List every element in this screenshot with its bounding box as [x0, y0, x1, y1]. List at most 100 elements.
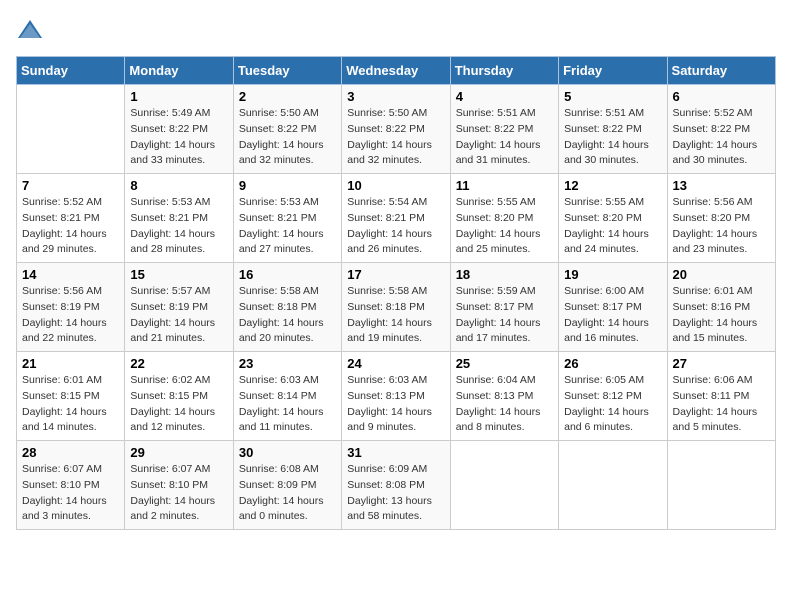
day-info: Sunrise: 6:01 AM Sunset: 8:15 PM Dayligh…	[22, 373, 119, 436]
calendar-cell: 4 Sunrise: 5:51 AM Sunset: 8:22 PM Daylig…	[450, 85, 558, 174]
day-number: 11	[456, 178, 553, 193]
calendar-cell	[667, 441, 775, 530]
day-number: 16	[239, 267, 336, 282]
day-info: Sunrise: 5:56 AM Sunset: 8:19 PM Dayligh…	[22, 284, 119, 347]
calendar-cell: 17Sunrise: 5:58 AM Sunset: 8:18 PM Dayli…	[342, 263, 450, 352]
calendar-week-2: 7 Sunrise: 5:52 AM Sunset: 8:21 PM Daylig…	[17, 174, 776, 263]
day-info: Sunrise: 5:49 AM Sunset: 8:22 PM Dayligh…	[130, 106, 227, 169]
day-info: Sunrise: 5:55 AM Sunset: 8:20 PM Dayligh…	[456, 195, 553, 258]
calendar-cell: 3 Sunrise: 5:50 AM Sunset: 8:22 PM Daylig…	[342, 85, 450, 174]
day-number: 2	[239, 89, 336, 104]
calendar-cell: 5Sunrise: 5:51 AM Sunset: 8:22 PM Daylig…	[559, 85, 667, 174]
day-number: 20	[673, 267, 770, 282]
calendar-week-1: 1Sunrise: 5:49 AM Sunset: 8:22 PM Daylig…	[17, 85, 776, 174]
calendar-week-5: 28 Sunrise: 6:07 AM Sunset: 8:10 PM Dayli…	[17, 441, 776, 530]
day-number: 21	[22, 356, 119, 371]
day-info: Sunrise: 5:55 AM Sunset: 8:20 PM Dayligh…	[564, 195, 661, 258]
calendar-cell: 13Sunrise: 5:56 AM Sunset: 8:20 PM Dayli…	[667, 174, 775, 263]
calendar-cell: 14 Sunrise: 5:56 AM Sunset: 8:19 PM Dayli…	[17, 263, 125, 352]
day-info: Sunrise: 5:51 AM Sunset: 8:22 PM Dayligh…	[564, 106, 661, 169]
calendar-cell: 7 Sunrise: 5:52 AM Sunset: 8:21 PM Daylig…	[17, 174, 125, 263]
day-number: 27	[673, 356, 770, 371]
calendar-cell: 30Sunrise: 6:08 AM Sunset: 8:09 PM Dayli…	[233, 441, 341, 530]
day-number: 19	[564, 267, 661, 282]
day-number: 29	[130, 445, 227, 460]
calendar-cell: 18 Sunrise: 5:59 AM Sunset: 8:17 PM Dayli…	[450, 263, 558, 352]
day-number: 9	[239, 178, 336, 193]
day-info: Sunrise: 5:56 AM Sunset: 8:20 PM Dayligh…	[673, 195, 770, 258]
day-info: Sunrise: 5:53 AM Sunset: 8:21 PM Dayligh…	[239, 195, 336, 258]
page-header	[16, 16, 776, 44]
day-header-thursday: Thursday	[450, 57, 558, 85]
day-number: 28	[22, 445, 119, 460]
day-number: 26	[564, 356, 661, 371]
day-info: Sunrise: 5:52 AM Sunset: 8:21 PM Dayligh…	[22, 195, 119, 258]
calendar-header-row: SundayMondayTuesdayWednesdayThursdayFrid…	[17, 57, 776, 85]
day-info: Sunrise: 6:02 AM Sunset: 8:15 PM Dayligh…	[130, 373, 227, 436]
calendar-week-3: 14 Sunrise: 5:56 AM Sunset: 8:19 PM Dayli…	[17, 263, 776, 352]
day-number: 4	[456, 89, 553, 104]
calendar-cell: 6 Sunrise: 5:52 AM Sunset: 8:22 PM Daylig…	[667, 85, 775, 174]
day-number: 3	[347, 89, 444, 104]
calendar-cell: 25Sunrise: 6:04 AM Sunset: 8:13 PM Dayli…	[450, 352, 558, 441]
day-info: Sunrise: 5:52 AM Sunset: 8:22 PM Dayligh…	[673, 106, 770, 169]
day-info: Sunrise: 5:51 AM Sunset: 8:22 PM Dayligh…	[456, 106, 553, 169]
calendar-cell: 26Sunrise: 6:05 AM Sunset: 8:12 PM Dayli…	[559, 352, 667, 441]
calendar-cell: 31 Sunrise: 6:09 AM Sunset: 8:08 PM Dayli…	[342, 441, 450, 530]
day-info: Sunrise: 5:53 AM Sunset: 8:21 PM Dayligh…	[130, 195, 227, 258]
day-info: Sunrise: 6:03 AM Sunset: 8:14 PM Dayligh…	[239, 373, 336, 436]
day-number: 12	[564, 178, 661, 193]
calendar-cell: 19Sunrise: 6:00 AM Sunset: 8:17 PM Dayli…	[559, 263, 667, 352]
day-header-tuesday: Tuesday	[233, 57, 341, 85]
calendar-week-4: 21 Sunrise: 6:01 AM Sunset: 8:15 PM Dayli…	[17, 352, 776, 441]
day-number: 31	[347, 445, 444, 460]
calendar-cell	[450, 441, 558, 530]
day-number: 8	[130, 178, 227, 193]
calendar-cell: 29 Sunrise: 6:07 AM Sunset: 8:10 PM Dayli…	[125, 441, 233, 530]
calendar-cell: 20 Sunrise: 6:01 AM Sunset: 8:16 PM Dayli…	[667, 263, 775, 352]
day-info: Sunrise: 5:59 AM Sunset: 8:17 PM Dayligh…	[456, 284, 553, 347]
calendar-cell: 9 Sunrise: 5:53 AM Sunset: 8:21 PM Daylig…	[233, 174, 341, 263]
calendar-cell: 22 Sunrise: 6:02 AM Sunset: 8:15 PM Dayli…	[125, 352, 233, 441]
day-info: Sunrise: 5:58 AM Sunset: 8:18 PM Dayligh…	[347, 284, 444, 347]
calendar-table: SundayMondayTuesdayWednesdayThursdayFrid…	[16, 56, 776, 530]
calendar-cell	[559, 441, 667, 530]
calendar-cell: 8 Sunrise: 5:53 AM Sunset: 8:21 PM Daylig…	[125, 174, 233, 263]
day-number: 23	[239, 356, 336, 371]
day-info: Sunrise: 6:08 AM Sunset: 8:09 PM Dayligh…	[239, 462, 336, 525]
generalblue-logo-icon	[16, 16, 44, 44]
day-header-saturday: Saturday	[667, 57, 775, 85]
day-number: 10	[347, 178, 444, 193]
day-info: Sunrise: 5:58 AM Sunset: 8:18 PM Dayligh…	[239, 284, 336, 347]
day-number: 6	[673, 89, 770, 104]
day-info: Sunrise: 5:57 AM Sunset: 8:19 PM Dayligh…	[130, 284, 227, 347]
calendar-cell: 1Sunrise: 5:49 AM Sunset: 8:22 PM Daylig…	[125, 85, 233, 174]
day-number: 18	[456, 267, 553, 282]
calendar-cell: 10 Sunrise: 5:54 AM Sunset: 8:21 PM Dayli…	[342, 174, 450, 263]
day-info: Sunrise: 6:07 AM Sunset: 8:10 PM Dayligh…	[130, 462, 227, 525]
calendar-cell: 21 Sunrise: 6:01 AM Sunset: 8:15 PM Dayli…	[17, 352, 125, 441]
day-info: Sunrise: 5:50 AM Sunset: 8:22 PM Dayligh…	[347, 106, 444, 169]
day-info: Sunrise: 6:01 AM Sunset: 8:16 PM Dayligh…	[673, 284, 770, 347]
calendar-cell: 27 Sunrise: 6:06 AM Sunset: 8:11 PM Dayli…	[667, 352, 775, 441]
calendar-cell	[17, 85, 125, 174]
day-number: 24	[347, 356, 444, 371]
day-info: Sunrise: 6:06 AM Sunset: 8:11 PM Dayligh…	[673, 373, 770, 436]
day-header-sunday: Sunday	[17, 57, 125, 85]
day-header-wednesday: Wednesday	[342, 57, 450, 85]
day-header-monday: Monday	[125, 57, 233, 85]
day-info: Sunrise: 6:04 AM Sunset: 8:13 PM Dayligh…	[456, 373, 553, 436]
calendar-cell: 28Sunrise: 6:07 AM Sunset: 8:10 PM Dayli…	[17, 441, 125, 530]
day-number: 22	[130, 356, 227, 371]
day-header-friday: Friday	[559, 57, 667, 85]
day-info: Sunrise: 6:09 AM Sunset: 8:08 PM Dayligh…	[347, 462, 444, 525]
day-info: Sunrise: 5:54 AM Sunset: 8:21 PM Dayligh…	[347, 195, 444, 258]
day-number: 14	[22, 267, 119, 282]
calendar-cell: 15 Sunrise: 5:57 AM Sunset: 8:19 PM Dayli…	[125, 263, 233, 352]
day-number: 7	[22, 178, 119, 193]
calendar-cell: 11 Sunrise: 5:55 AM Sunset: 8:20 PM Dayli…	[450, 174, 558, 263]
calendar-cell: 24Sunrise: 6:03 AM Sunset: 8:13 PM Dayli…	[342, 352, 450, 441]
logo	[16, 16, 46, 44]
calendar-cell: 12 Sunrise: 5:55 AM Sunset: 8:20 PM Dayli…	[559, 174, 667, 263]
day-number: 15	[130, 267, 227, 282]
